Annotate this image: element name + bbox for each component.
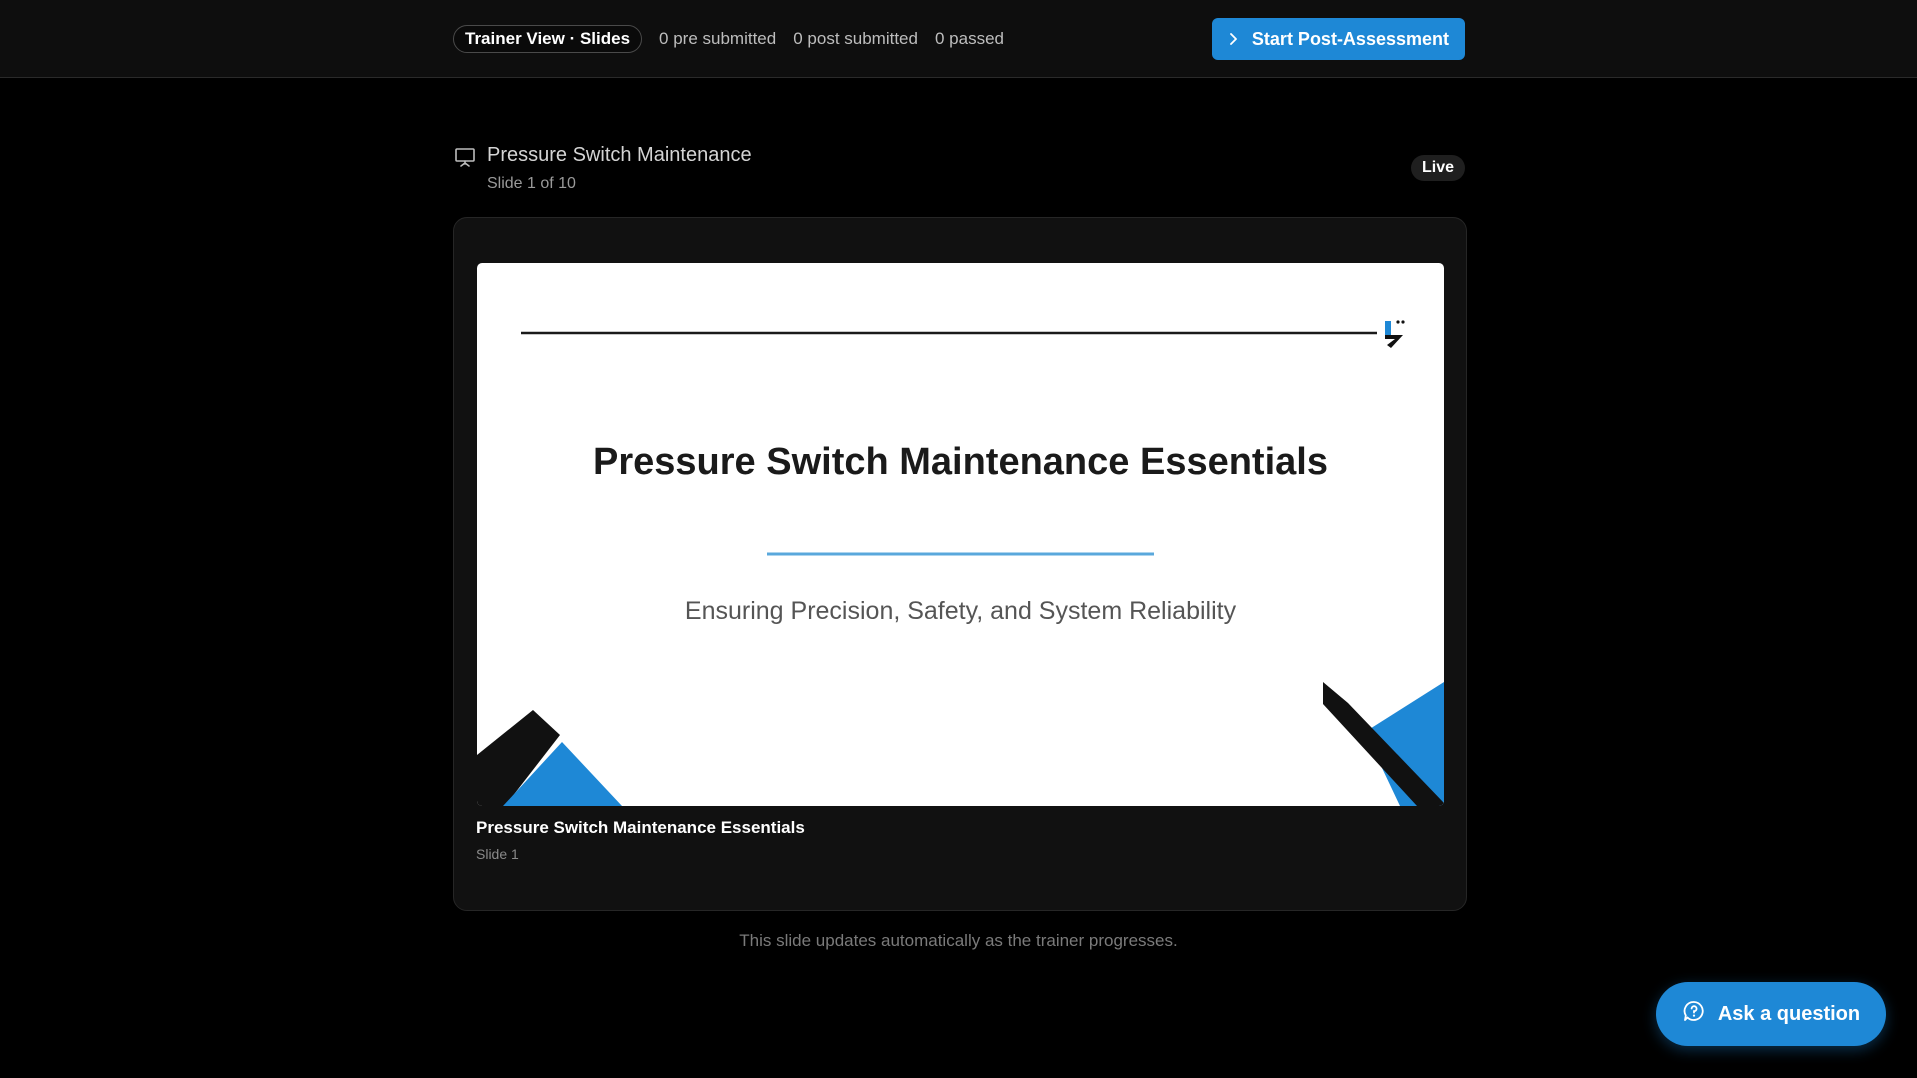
auto-update-note: This slide updates automatically as the … bbox=[739, 931, 1178, 950]
post-submitted-count: 0 post submitted bbox=[793, 29, 918, 48]
brand-logo-icon bbox=[1385, 320, 1405, 348]
slide-card: Pressure Switch Maintenance Essentials E… bbox=[453, 217, 1467, 911]
pre-submitted-count: 0 pre submitted bbox=[659, 29, 777, 48]
slide-canvas: Pressure Switch Maintenance Essentials E… bbox=[477, 263, 1444, 806]
presentation-title: Pressure Switch Maintenance bbox=[487, 144, 752, 166]
ask-question-label: Ask a question bbox=[1717, 1002, 1861, 1025]
presentation-header: Pressure Switch Maintenance Slide 1 of 1… bbox=[453, 144, 1465, 196]
live-badge: Live bbox=[1410, 155, 1465, 181]
chevron-right-icon bbox=[1226, 32, 1240, 46]
slide-caption-number: Slide 1 bbox=[476, 846, 519, 862]
presentation-board-icon bbox=[454, 146, 476, 168]
slide-title: Pressure Switch Maintenance Essentials bbox=[593, 441, 1328, 483]
slide-counter: Slide 1 of 10 bbox=[487, 175, 576, 192]
passed-count: 0 passed bbox=[934, 29, 1004, 48]
top-bar: Trainer View · Slides 0 pre submitted 0 … bbox=[0, 0, 1917, 78]
start-post-assessment-label: Start Post-Assessment bbox=[1251, 28, 1449, 49]
slide-subtitle: Ensuring Precision, Safety, and System R… bbox=[684, 597, 1237, 625]
slide-decoration bbox=[477, 331, 1444, 806]
mode-pill: Trainer View · Slides bbox=[453, 25, 643, 53]
start-post-assessment-button[interactable]: Start Post-Assessment bbox=[1211, 18, 1465, 60]
help-bubble-icon bbox=[1682, 999, 1706, 1029]
slide-caption-title: Pressure Switch Maintenance Essentials bbox=[476, 818, 805, 837]
top-bar-content: Trainer View · Slides 0 pre submitted 0 … bbox=[453, 18, 1465, 60]
ask-question-button[interactable]: Ask a question bbox=[1656, 982, 1886, 1046]
